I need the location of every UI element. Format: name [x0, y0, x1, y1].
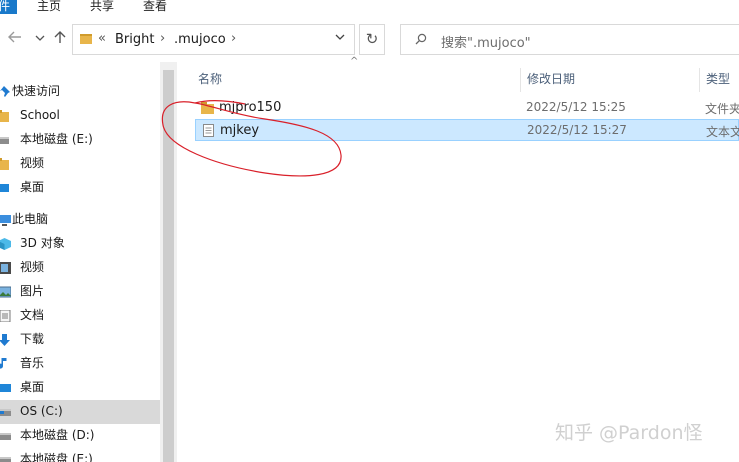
sidebar-item-drive-d[interactable]: 本地磁盘 (D:)	[0, 424, 160, 448]
sidebar-item-label: OS (C:)	[20, 404, 63, 418]
sort-ascending-icon: ^	[350, 56, 359, 67]
chevron-down-icon[interactable]	[335, 31, 345, 44]
file-type: 文件夹	[705, 102, 739, 116]
breadcrumb-bright[interactable]: Bright	[115, 32, 154, 47]
sidebar-item-drive-e-pc[interactable]: 本地磁盘 (E:)	[0, 448, 160, 462]
breadcrumb-mujoco[interactable]: .mujoco	[174, 32, 226, 47]
sidebar-item-this-pc[interactable]: 此电脑	[0, 208, 160, 232]
sidebar-item-label: 本地磁盘 (E:)	[20, 452, 93, 462]
sidebar-item-downloads[interactable]: 下载	[0, 328, 160, 352]
navigation-pane: 快速访问 School 本地磁盘 (E:) 视频 桌面 此电脑 3D 对象 视频…	[0, 62, 160, 462]
desktop-icon	[0, 184, 9, 192]
desktop-icon	[0, 384, 11, 392]
drive-icon	[0, 409, 11, 416]
refresh-button[interactable]: ↻	[359, 24, 385, 55]
pictures-icon	[0, 286, 11, 298]
sidebar-item-label: 视频	[20, 156, 45, 170]
pin-icon	[0, 86, 10, 97]
scrollbar-thumb[interactable]	[163, 70, 174, 462]
folder-icon	[0, 158, 9, 170]
sidebar-item-label: 视频	[20, 260, 45, 274]
column-header-name[interactable]: 名称	[198, 70, 222, 87]
sidebar-item-label: 图片	[20, 284, 45, 298]
tab-file[interactable]: 件	[0, 0, 17, 14]
document-icon	[0, 310, 11, 322]
sidebar-item-label: 此电脑	[12, 212, 49, 226]
column-header-modified[interactable]: 修改日期	[527, 70, 575, 87]
tab-home[interactable]: 主页	[37, 0, 61, 12]
drive-icon	[0, 457, 11, 462]
file-row-mjpro150[interactable]: mjpro150 2022/5/12 15:25 文件夹	[195, 97, 739, 119]
computer-icon	[0, 215, 11, 226]
drive-icon	[0, 137, 9, 144]
file-modified: 2022/5/12 15:25	[526, 100, 626, 114]
folder-icon	[80, 34, 92, 44]
cube-icon	[0, 238, 11, 250]
sidebar-item-videos-quick[interactable]: 视频	[0, 152, 160, 176]
drive-icon	[0, 433, 11, 440]
ribbon: 件 主页 共享 查看	[0, 0, 739, 16]
file-name: mjpro150	[219, 100, 282, 115]
tab-view[interactable]: 查看	[143, 0, 167, 12]
sidebar-item-label: 本地磁盘 (E:)	[20, 132, 93, 146]
sidebar-item-label: 下载	[20, 332, 45, 346]
sidebar-item-label: 音乐	[20, 356, 45, 370]
search-input[interactable]: 搜索".mujoco"	[441, 32, 531, 51]
sidebar-item-os-c[interactable]: OS (C:)	[0, 400, 160, 424]
address-overflow[interactable]: «	[98, 31, 106, 46]
file-type: 文本文档	[706, 125, 739, 139]
file-modified: 2022/5/12 15:27	[527, 123, 627, 137]
sidebar-item-drive-e[interactable]: 本地磁盘 (E:)	[0, 128, 160, 152]
sidebar-item-videos[interactable]: 视频	[0, 256, 160, 280]
column-header-type[interactable]: 类型	[706, 70, 730, 87]
sidebar-item-music[interactable]: 音乐	[0, 352, 160, 376]
sidebar-item-desktop-quick[interactable]: 桌面	[0, 176, 160, 200]
column-divider[interactable]	[699, 68, 700, 92]
sidebar-item-label: School	[20, 108, 60, 122]
tab-share[interactable]: 共享	[90, 0, 114, 12]
address-bar[interactable]: « Bright › .mujoco ›	[72, 24, 355, 55]
column-divider[interactable]	[520, 68, 521, 92]
refresh-icon: ↻	[365, 30, 379, 48]
folder-icon	[201, 102, 214, 114]
music-icon	[0, 358, 7, 369]
sidebar-item-label: 桌面	[20, 180, 45, 194]
sidebar-item-label: 桌面	[20, 380, 45, 394]
navigation-scrollbar[interactable]	[160, 62, 177, 462]
file-name: mjkey	[220, 123, 260, 138]
folder-icon	[0, 110, 9, 122]
file-list: ^ 名称 修改日期 类型 mjpro150 2022/5/12 15:25 文件…	[177, 56, 739, 462]
sidebar-item-label: 3D 对象	[20, 236, 65, 250]
chevron-right-icon[interactable]: ›	[231, 31, 236, 46]
sidebar-item-label: 本地磁盘 (D:)	[20, 428, 95, 442]
up-arrow-icon[interactable]	[50, 30, 70, 50]
sidebar-item-pictures[interactable]: 图片	[0, 280, 160, 304]
sidebar-item-documents[interactable]: 文档	[0, 304, 160, 328]
sidebar-item-label: 文档	[20, 308, 45, 322]
film-icon	[0, 262, 11, 274]
sidebar-item-desktop[interactable]: 桌面	[0, 376, 160, 400]
forward-arrow-icon[interactable]	[4, 30, 14, 50]
search-box[interactable]: 搜索".mujoco"	[400, 24, 739, 55]
file-row-mjkey[interactable]: mjkey 2022/5/12 15:27 文本文档	[195, 119, 739, 141]
text-file-icon	[203, 124, 214, 137]
chevron-right-icon[interactable]: ›	[160, 31, 165, 46]
search-icon	[415, 33, 427, 45]
sidebar-item-school[interactable]: School	[0, 104, 160, 128]
sidebar-item-label: 快速访问	[12, 84, 61, 98]
recent-locations-button[interactable]	[30, 30, 50, 50]
sidebar-item-3d-objects[interactable]: 3D 对象	[0, 232, 160, 256]
download-icon	[0, 334, 10, 346]
sidebar-item-quick-access[interactable]: 快速访问	[0, 80, 160, 104]
navigation-bar: « Bright › .mujoco › ↻ 搜索".mujoco"	[0, 16, 739, 62]
